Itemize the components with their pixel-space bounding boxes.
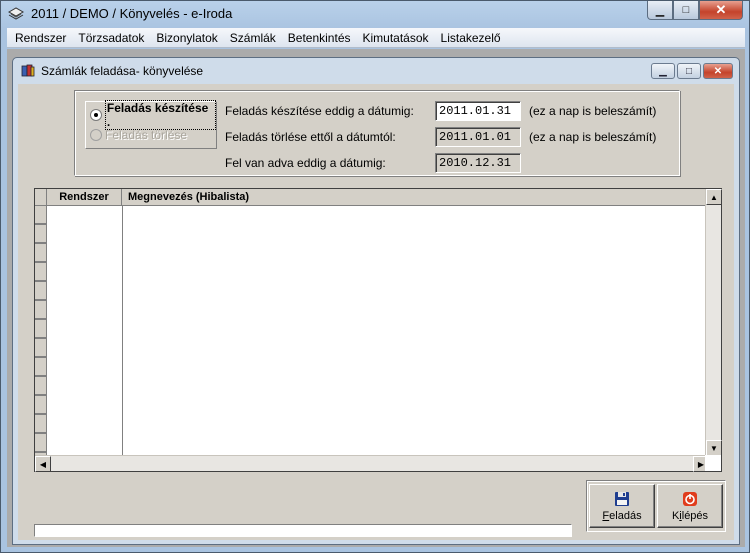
menu-kimutatasok[interactable]: Kimutatások [357, 31, 435, 45]
delete-from-note: (ez a nap is beleszámít) [529, 130, 657, 144]
posted-until-label: Fel van adva eddig a dátumig: [225, 156, 386, 170]
submit-posting-button[interactable]: Feladás [589, 484, 655, 528]
action-button-panel: Feladás Kilépés [586, 480, 726, 532]
radio-create-posting[interactable]: Feladás készítése . [90, 100, 216, 130]
book-icon [21, 64, 35, 77]
child-window-titlebar[interactable]: Számlák feladása- könyvelése ▁ □ ✕ [13, 58, 739, 82]
child-window-title: Számlák feladása- könyvelése [41, 64, 204, 78]
menu-betenkintes[interactable]: Betenkintés [282, 31, 357, 45]
delete-from-label: Feladás törlése ettől a dátumtól: [225, 130, 396, 144]
radio-unchecked-icon [90, 129, 102, 141]
close-button[interactable]: ✕ [699, 1, 743, 20]
menu-rendszer[interactable]: Rendszer [9, 31, 72, 45]
minimize-button[interactable]: ▁ [647, 1, 673, 20]
radio-checked-icon[interactable] [90, 109, 102, 121]
main-window: 2011 / DEMO / Könyvelés - e-Iroda ▁ □ ✕ … [0, 0, 750, 553]
options-panel: Feladás készítése . Feladás törlése Fela… [74, 90, 680, 176]
submit-label: Feladás [602, 509, 642, 522]
scroll-left-button[interactable]: ◀ [35, 456, 51, 472]
field-row-delete-from: Feladás törlése ettől a dátumtól: (ez a … [225, 127, 656, 147]
maximize-button[interactable]: □ [673, 1, 699, 20]
error-list-grid[interactable]: Rendszer Megnevezés (Hibalista) ▲ ▼ ◀ ▶ [34, 188, 722, 472]
menu-szamlak[interactable]: Számlák [224, 31, 282, 45]
app-icon [7, 7, 25, 20]
create-until-input[interactable] [435, 101, 521, 121]
scroll-up-button[interactable]: ▲ [706, 189, 722, 205]
menu-bar: Rendszer Törzsadatok Bizonylatok Számlák… [7, 28, 745, 48]
child-close-button[interactable]: ✕ [703, 63, 733, 79]
mdi-client-area: Számlák feladása- könyvelése ▁ □ ✕ Felad… [7, 49, 745, 547]
grid-header: Rendszer Megnevezés (Hibalista) [35, 189, 709, 206]
grid-row-indicators[interactable] [35, 206, 47, 456]
child-minimize-button[interactable]: ▁ [651, 63, 675, 79]
radio-delete-label: Feladás törlése [105, 128, 188, 142]
minimize-icon: ▁ [655, 4, 665, 17]
radio-create-label[interactable]: Feladás készítése . [104, 100, 216, 130]
grid-vertical-scrollbar[interactable]: ▲ ▼ [705, 189, 722, 456]
invoice-posting-window: Számlák feladása- könyvelése ▁ □ ✕ Felad… [12, 57, 740, 545]
arrow-right-icon: ▶ [697, 459, 705, 469]
column-header-system[interactable]: Rendszer [47, 189, 122, 206]
maximize-icon: □ [685, 65, 693, 77]
column-header-description[interactable]: Megnevezés (Hibalista) [122, 189, 709, 206]
grid-header-indicator [35, 189, 47, 206]
scroll-down-button[interactable]: ▼ [706, 440, 722, 456]
floppy-disk-icon [615, 491, 629, 506]
minimize-icon: ▁ [659, 65, 667, 77]
arrow-down-icon: ▼ [710, 443, 718, 453]
scrollbar-corner [705, 455, 721, 471]
maximize-icon: □ [682, 4, 690, 16]
window-title: 2011 / DEMO / Könyvelés - e-Iroda [31, 6, 233, 21]
menu-listakezelo[interactable]: Listakezelő [435, 31, 507, 45]
child-caption-buttons: ▁ □ ✕ [651, 63, 733, 79]
exit-button[interactable]: Kilépés [657, 484, 723, 528]
form-body: Feladás készítése . Feladás törlése Fela… [18, 84, 734, 540]
close-icon: ✕ [713, 65, 723, 77]
window-titlebar[interactable]: 2011 / DEMO / Könyvelés - e-Iroda ▁ □ ✕ [1, 1, 749, 27]
arrow-left-icon: ◀ [39, 459, 47, 469]
progress-bar [34, 524, 572, 537]
create-until-note: (ez a nap is beleszámít) [529, 104, 657, 118]
child-maximize-button[interactable]: □ [677, 63, 701, 79]
posted-until-input [435, 153, 521, 173]
mode-radio-group: Feladás készítése . Feladás törlése [85, 100, 217, 149]
delete-from-input [435, 127, 521, 147]
menu-torzsadatok[interactable]: Törzsadatok [72, 31, 150, 45]
grid-column-divider [122, 206, 123, 456]
exit-label: Kilépés [671, 509, 709, 522]
create-until-label: Feladás készítése eddig a dátumig: [225, 104, 414, 118]
field-row-create-until: Feladás készítése eddig a dátumig: (ez a… [225, 101, 656, 121]
radio-delete-posting: Feladás törlése [90, 127, 187, 143]
close-icon: ✕ [715, 2, 727, 17]
arrow-up-icon: ▲ [710, 192, 718, 202]
field-row-posted-until: Fel van adva eddig a dátumig: [225, 153, 521, 173]
grid-horizontal-scrollbar[interactable]: ◀ ▶ [35, 455, 709, 472]
window-caption-buttons: ▁ □ ✕ [647, 1, 743, 20]
menu-bizonylatok[interactable]: Bizonylatok [150, 31, 223, 45]
power-icon [683, 491, 697, 506]
